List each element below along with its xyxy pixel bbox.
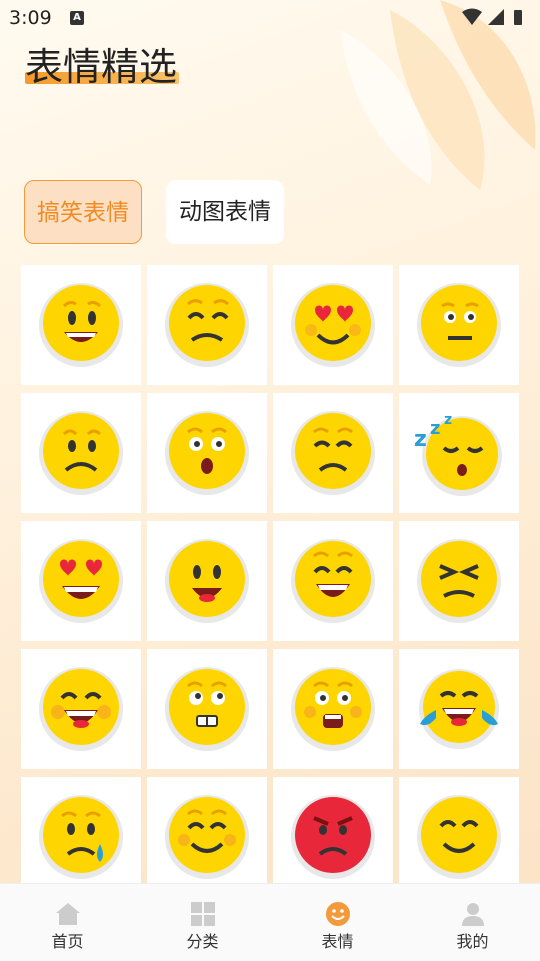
nav-home-label: 首页 (51, 932, 84, 951)
emoji-cell[interactable] (273, 649, 393, 769)
emoji-cell[interactable] (399, 649, 519, 769)
simple-smile-icon (165, 539, 249, 623)
user-icon (462, 903, 484, 926)
smile-squint-icon (417, 795, 501, 879)
emoji-cell[interactable] (147, 393, 267, 513)
smile-grin-icon (39, 283, 123, 367)
wifi-icon (462, 8, 482, 25)
nav-emoji[interactable]: 表情 (270, 884, 405, 961)
nav-emoji-label: 表情 (321, 932, 354, 951)
emoji-icon (326, 902, 350, 926)
svg-text:z: z (414, 427, 427, 452)
squint-frown-icon (165, 283, 249, 367)
worried-icon (39, 411, 123, 495)
rolling-eyes-teeth-icon (165, 667, 249, 751)
nav-category-label: 分类 (186, 932, 219, 951)
battery-icon (514, 10, 522, 25)
nav-mine-label: 我的 (456, 932, 489, 951)
emoji-cell[interactable] (273, 777, 393, 897)
emoji-cell[interactable] (21, 649, 141, 769)
shocked-blush-icon (291, 667, 375, 751)
crying-tear-icon (39, 795, 123, 879)
nav-mine[interactable]: 我的 (405, 884, 540, 961)
page-title: 表情精选 (25, 45, 178, 89)
emoji-cell[interactable]: z z z (399, 393, 519, 513)
emoji-cell[interactable] (21, 265, 141, 385)
surprised-icon (165, 411, 249, 495)
signal-icon (488, 9, 504, 25)
svg-text:z: z (430, 418, 440, 439)
emoji-cell[interactable] (273, 521, 393, 641)
tears-of-joy-icon (419, 669, 499, 749)
bottom-nav: 首页 分类 表情 我的 (0, 883, 540, 961)
status-bar: 3:09 A (0, 0, 540, 36)
heart-eyes-icon (291, 283, 375, 367)
content-smile-icon (165, 795, 249, 879)
home-icon (56, 903, 80, 925)
neutral-flat-icon (417, 283, 501, 367)
emoji-cell[interactable] (273, 393, 393, 513)
emoji-cell[interactable] (399, 265, 519, 385)
emoji-cell[interactable] (399, 777, 519, 897)
sad-squint-icon (291, 411, 375, 495)
emoji-cell[interactable] (21, 521, 141, 641)
tab-animated[interactable]: 动图表情 (166, 180, 284, 244)
status-time: 3:09 (9, 7, 52, 29)
emoji-cell[interactable] (21, 393, 141, 513)
background-petals (340, 0, 536, 190)
svg-text:z: z (444, 412, 452, 428)
persevering-icon (417, 539, 501, 623)
emoji-cell[interactable] (147, 777, 267, 897)
heart-eyes-laugh-icon (39, 539, 123, 623)
wink-laugh-icon (39, 667, 123, 751)
emoji-cell[interactable] (273, 265, 393, 385)
grid-icon (191, 902, 215, 926)
angry-red-icon (291, 795, 375, 879)
notification-icon: A (70, 11, 84, 25)
tab-funny[interactable]: 搞笑表情 (24, 180, 142, 244)
status-icons (462, 8, 522, 25)
happy-squint-icon (291, 539, 375, 623)
emoji-cell[interactable] (147, 521, 267, 641)
emoji-cell[interactable] (147, 265, 267, 385)
emoji-cell[interactable] (21, 777, 141, 897)
emoji-cell[interactable] (399, 521, 519, 641)
nav-home[interactable]: 首页 (0, 884, 135, 961)
nav-category[interactable]: 分类 (135, 884, 270, 961)
emoji-cell[interactable] (147, 649, 267, 769)
sleeping-zzz-icon: z z z (414, 412, 502, 496)
